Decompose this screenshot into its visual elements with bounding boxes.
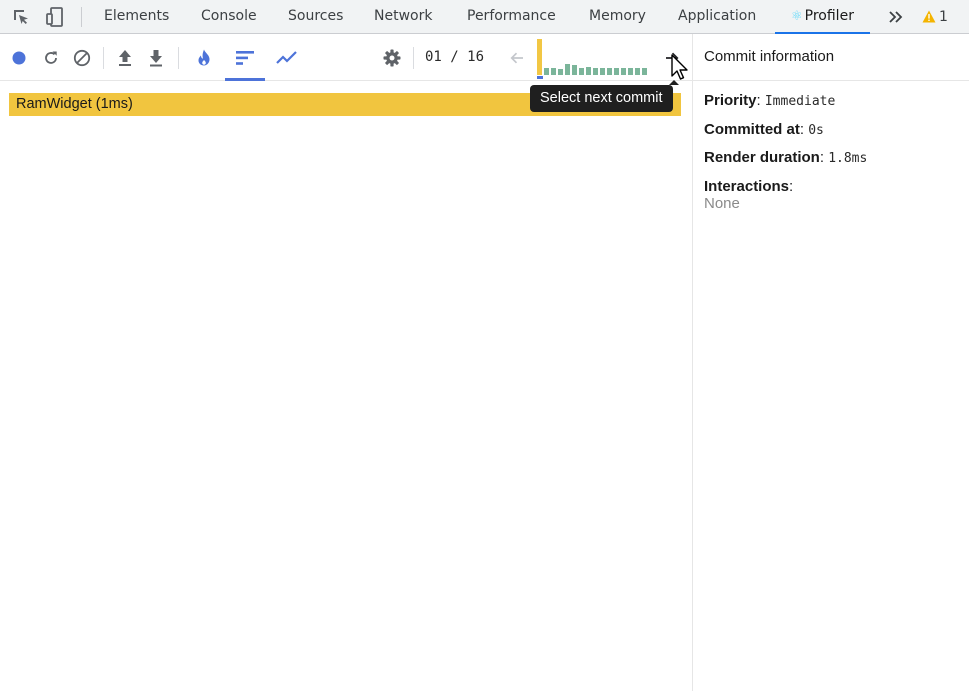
inspect-element-icon[interactable] <box>4 0 38 33</box>
warnings-counter[interactable]: 1 <box>922 0 948 33</box>
settings-gear-icon <box>383 49 401 66</box>
save-profile-icon <box>150 49 162 66</box>
interactions-separator: : <box>789 177 794 195</box>
render-duration-row: Render duration: 1.8ms <box>704 147 958 176</box>
commit-information-title: Commit information <box>693 34 969 81</box>
commit-bar-3[interactable] <box>551 68 556 75</box>
reload-and-profile-icon <box>45 51 57 64</box>
tab-performance[interactable]: Performance <box>467 0 556 33</box>
previous-commit-arrow-icon <box>510 52 523 63</box>
tab-console[interactable]: Console <box>201 0 257 33</box>
commit-counter: 01 / 16 <box>425 49 485 65</box>
mouse-cursor-icon <box>671 54 688 80</box>
commit-bar-11[interactable] <box>607 68 612 75</box>
commit-bar-5[interactable] <box>565 64 570 75</box>
previous-commit-button[interactable] <box>502 34 532 81</box>
commit-bar-4[interactable] <box>558 69 563 75</box>
commit-bar-8[interactable] <box>586 67 591 75</box>
next-commit-tooltip: Select next commit <box>530 80 679 112</box>
save-profile-button[interactable] <box>141 34 171 81</box>
tab-memory[interactable]: Memory <box>589 0 646 33</box>
warning-icon <box>922 10 936 23</box>
warning-count: 1 <box>939 8 948 25</box>
commit-bar-1[interactable] <box>537 39 542 75</box>
ranked-chart-icon <box>236 50 254 65</box>
flamegraph-icon <box>198 49 210 66</box>
commit-selector[interactable] <box>535 39 647 79</box>
interactions-button[interactable] <box>272 34 302 81</box>
ranked-chart-button[interactable] <box>225 34 265 81</box>
render-duration-label: Render duration <box>704 149 820 166</box>
render-duration-value: 1.8ms <box>828 151 868 166</box>
committed-at-row: Committed at: 0s <box>704 119 958 148</box>
tab-sources[interactable]: Sources <box>288 0 343 33</box>
clear-icon <box>73 49 91 66</box>
commit-bar-2[interactable] <box>544 68 549 75</box>
tab-elements[interactable]: Elements <box>104 0 169 33</box>
priority-row: Priority: Immediate <box>704 90 958 119</box>
load-profile-icon <box>119 49 131 66</box>
flamegraph-chart-button[interactable] <box>189 34 219 81</box>
record-icon <box>12 51 26 64</box>
interactions-icon <box>276 50 297 64</box>
committed-at-label: Committed at <box>704 120 800 138</box>
more-tabs-chevron-icon[interactable] <box>884 0 908 33</box>
commit-bar-16[interactable] <box>642 68 647 75</box>
load-profile-button[interactable] <box>110 34 140 81</box>
record-button[interactable] <box>4 34 34 81</box>
device-toolbar-icon[interactable] <box>38 0 72 33</box>
selected-commit-marker <box>537 76 543 79</box>
tab-application[interactable]: Application <box>678 0 756 33</box>
interactions-row: Interactions: <box>704 176 958 195</box>
commit-bar-10[interactable] <box>600 68 605 75</box>
ranked-chart: RamWidget (1ms) <box>0 82 692 691</box>
devtools-tab-strip: Elements Console Sources Network Perform… <box>0 0 969 34</box>
tab-network[interactable]: Network <box>374 0 432 33</box>
tab-profiler[interactable]: ⚛ Profiler <box>775 0 870 34</box>
commit-bar-14[interactable] <box>628 68 633 75</box>
profiler-settings-button[interactable] <box>377 34 407 81</box>
react-logo-icon: ⚛ <box>791 9 803 24</box>
commit-bar-9[interactable] <box>593 68 598 75</box>
profiler-toolbar: 01 / 16 <box>0 34 692 81</box>
priority-label: Priority <box>704 92 757 109</box>
interactions-label: Interactions <box>704 177 790 195</box>
commit-information-panel: Commit information Priority: Immediate C… <box>692 34 969 691</box>
reload-and-profile-button[interactable] <box>36 34 66 81</box>
priority-separator: : <box>756 92 761 109</box>
commit-bar-6[interactable] <box>572 65 577 75</box>
render-duration-separator: : <box>819 149 825 166</box>
clear-profiling-data-button[interactable] <box>67 34 97 81</box>
tab-profiler-label: Profiler <box>804 8 854 24</box>
committed-at-value: 0s <box>808 122 824 138</box>
committed-at-separator: : <box>799 120 805 138</box>
commit-bar-7[interactable] <box>579 68 584 75</box>
commit-bar-13[interactable] <box>621 68 626 75</box>
commit-bar-12[interactable] <box>614 68 619 75</box>
interactions-value: None <box>704 194 740 212</box>
commit-bar-15[interactable] <box>635 68 640 75</box>
priority-value: Immediate <box>764 94 836 109</box>
